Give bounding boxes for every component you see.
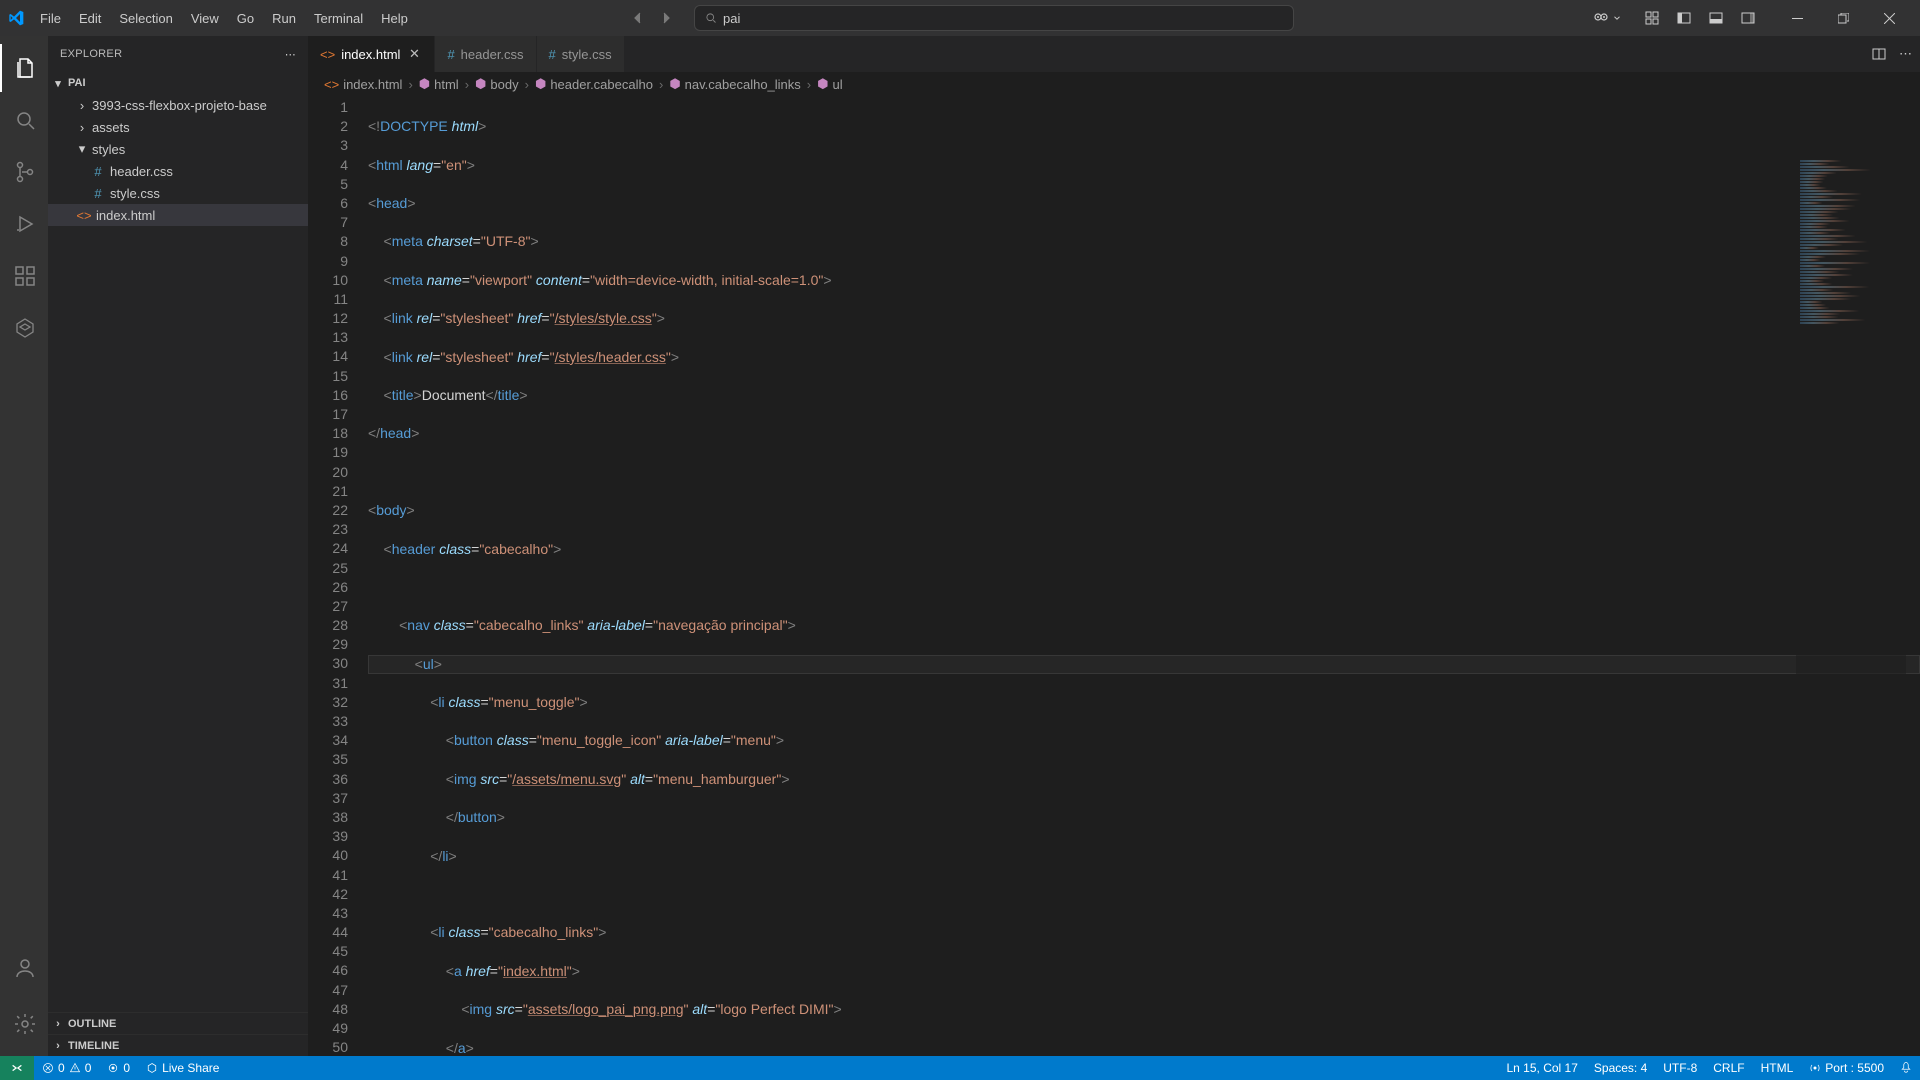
tab-header[interactable]: # header.css [435,36,536,72]
status-language[interactable]: HTML [1753,1061,1802,1075]
tab-index[interactable]: <> index.html ✕ [308,36,435,72]
explorer-more-icon[interactable]: ⋯ [285,48,296,61]
menu-run[interactable]: Run [264,7,304,30]
status-bar: 0 0 0 Live Share Ln 15, Col 17 Spaces: 4… [0,1056,1920,1080]
status-problems[interactable]: 0 0 [34,1056,99,1080]
css-file-icon: # [90,164,106,179]
symbol-icon: ⬢ [475,76,486,92]
status-encoding[interactable]: UTF-8 [1655,1061,1705,1075]
toggle-primary-sidebar-icon[interactable] [1670,6,1698,30]
symbol-icon: ⬢ [419,76,430,92]
extensions-icon[interactable] [0,252,48,300]
chevron-right-icon: › [52,1040,64,1052]
status-eol[interactable]: CRLF [1705,1061,1752,1075]
explorer-title: EXPLORER [60,48,122,60]
chevron-right-icon: › [525,77,529,92]
menu-selection[interactable]: Selection [111,7,180,30]
search-activity-icon[interactable] [0,96,48,144]
activity-bar [0,36,48,1056]
command-center: pai [626,5,1294,31]
line-gutter: 1234567891011121314151617181920212223242… [308,96,368,1056]
chevron-right-icon: › [52,1018,64,1030]
search-text: pai [723,11,740,26]
menu-bar: File Edit Selection View Go Run Terminal… [32,7,416,30]
title-bar: File Edit Selection View Go Run Terminal… [0,0,1920,36]
status-indentation[interactable]: Spaces: 4 [1586,1061,1655,1075]
html-file-icon: <> [324,77,339,92]
status-cursor-pos[interactable]: Ln 15, Col 17 [1499,1061,1586,1075]
nav-forward-icon[interactable] [654,6,678,30]
menu-file[interactable]: File [32,7,69,30]
chevron-right-icon: › [807,77,811,92]
copilot-icon[interactable] [1593,10,1622,26]
status-live-share[interactable]: Live Share [138,1056,227,1080]
menu-go[interactable]: Go [229,7,262,30]
css-file-icon: # [447,47,454,62]
menu-terminal[interactable]: Terminal [306,7,371,30]
chevron-right-icon: › [465,77,469,92]
toggle-secondary-sidebar-icon[interactable] [1734,6,1762,30]
settings-gear-icon[interactable] [0,1000,48,1048]
window-close-icon[interactable] [1866,0,1912,36]
window-restore-icon[interactable] [1820,0,1866,36]
status-live-server[interactable]: Port : 5500 [1801,1061,1892,1075]
html-file-icon: <> [320,47,335,62]
html-file-icon: <> [76,208,92,223]
editor-tabs: <> index.html ✕ # header.css # style.css… [308,36,1920,72]
chevron-right-icon: › [408,77,412,92]
menu-edit[interactable]: Edit [71,7,109,30]
symbol-icon: ⬢ [817,76,828,92]
run-debug-icon[interactable] [0,200,48,248]
menu-view[interactable]: View [183,7,227,30]
explorer-icon[interactable] [0,44,48,92]
chevron-right-icon: › [76,120,88,135]
outline-section[interactable]: › OUTLINE [48,1012,308,1034]
vscode-logo-icon [8,10,24,26]
accounts-icon[interactable] [0,944,48,992]
toggle-panel-icon[interactable] [1702,6,1730,30]
close-icon[interactable]: ✕ [406,46,422,62]
command-center-search[interactable]: pai [694,5,1294,31]
split-editor-icon[interactable] [1871,46,1887,62]
symbol-icon: ⬢ [669,76,680,92]
css-file-icon: # [549,47,556,62]
css-file-icon: # [90,186,106,201]
nav-back-icon[interactable] [626,6,650,30]
editor: <> index.html ✕ # header.css # style.css… [308,36,1920,1056]
symbol-icon: ⬢ [535,76,546,92]
tree-file-stylecss[interactable]: # style.css [48,182,308,204]
menu-help[interactable]: Help [373,7,416,30]
remote-indicator-icon[interactable] [0,1056,34,1080]
tree-file-headercss[interactable]: # header.css [48,160,308,182]
chevron-right-icon: › [659,77,663,92]
status-notifications-icon[interactable] [1892,1061,1920,1073]
minimap[interactable] [1796,156,1906,1056]
explorer-sidebar: EXPLORER ⋯ ▾ PAI › 3993-css-flexbox-proj… [48,36,308,1056]
folder-root[interactable]: ▾ PAI [48,72,308,94]
source-control-icon[interactable] [0,148,48,196]
window-minimize-icon[interactable] [1774,0,1820,36]
code-editor[interactable]: 1234567891011121314151617181920212223242… [308,96,1920,1056]
chevron-down-icon: ▾ [52,77,64,90]
tree-file-index[interactable]: <> index.html [48,204,308,226]
status-ports[interactable]: 0 [99,1056,138,1080]
tree-folder-assets[interactable]: › assets [48,116,308,138]
tab-style[interactable]: # style.css [537,36,625,72]
search-icon [705,12,717,24]
timeline-section[interactable]: › TIMELINE [48,1034,308,1056]
chevron-down-icon: ▾ [76,141,88,157]
more-actions-icon[interactable]: ⋯ [1899,46,1912,62]
live-share-icon[interactable] [0,304,48,352]
layout-customize-icon[interactable] [1638,6,1666,30]
chevron-right-icon: › [76,98,88,113]
code-content[interactable]: <!DOCTYPE html> <html lang="en"> <head> … [368,96,1920,1056]
breadcrumbs[interactable]: <>index.html › ⬢html › ⬢body › ⬢header.c… [308,72,1920,96]
tree-folder-styles[interactable]: ▾ styles [48,138,308,160]
tree-folder-base[interactable]: › 3993-css-flexbox-projeto-base [48,94,308,116]
